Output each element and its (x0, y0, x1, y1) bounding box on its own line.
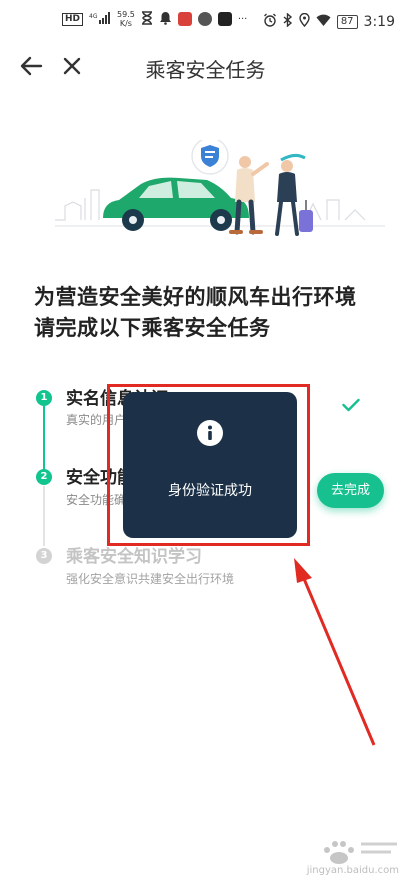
wifi-icon (316, 14, 331, 31)
clock: 3:19 (363, 14, 395, 30)
hourglass-icon (141, 10, 153, 28)
shield-icon (191, 137, 229, 175)
app-notification-icon (217, 12, 232, 26)
passenger-figure (275, 153, 313, 236)
signal-icon: 4G (89, 12, 111, 26)
car-illustration (103, 177, 249, 231)
nav-bar: 乘客安全任务 (0, 44, 411, 90)
alarm-icon (263, 13, 277, 31)
more-icon: ··· (237, 13, 248, 25)
bluetooth-icon (283, 12, 293, 31)
headline-line-2: 请完成以下乘客安全任务 (34, 316, 271, 340)
step-number: 1 (36, 390, 52, 406)
step-number: 2 (36, 469, 52, 485)
app-notification-icon (197, 12, 212, 26)
checkmark-icon (342, 398, 360, 412)
annotation-box (107, 384, 310, 546)
step-number: 3 (36, 548, 52, 564)
net-speed-value: 59.5 (117, 10, 135, 19)
watermark-text: jingyan.baidu.com (306, 865, 399, 876)
headline: 为营造安全美好的顺风车出行环境 请完成以下乘客安全任务 (34, 282, 357, 344)
status-bar-right: 87 3:19 (263, 12, 395, 31)
hd-badge: HD (62, 12, 84, 26)
watermark-logo: jingyan.baidu.com (307, 836, 403, 876)
net-speed: 59.5 K/s (117, 10, 135, 28)
step-connector (43, 486, 45, 546)
app-notification-icon (177, 12, 192, 26)
battery-indicator: 87 (336, 15, 358, 29)
driver-figure (229, 156, 269, 235)
notification-bell-icon (159, 11, 172, 28)
status-bar-left: HD 4G 59.5 K/s ··· (62, 10, 247, 28)
step-connector (43, 406, 45, 476)
location-icon (299, 12, 310, 31)
net-speed-unit: K/s (119, 19, 132, 28)
svg-text:4G: 4G (89, 13, 98, 20)
status-bar: HD 4G 59.5 K/s ··· 87 3:19 (0, 0, 411, 44)
step-description: 强化安全意识共建安全出行环境 (66, 572, 235, 586)
page-title: 乘客安全任务 (145, 58, 266, 82)
complete-task-button[interactable]: 去完成 (317, 473, 384, 508)
headline-line-1: 为营造安全美好的顺风车出行环境 (34, 285, 357, 309)
hero-illustration (55, 137, 385, 245)
